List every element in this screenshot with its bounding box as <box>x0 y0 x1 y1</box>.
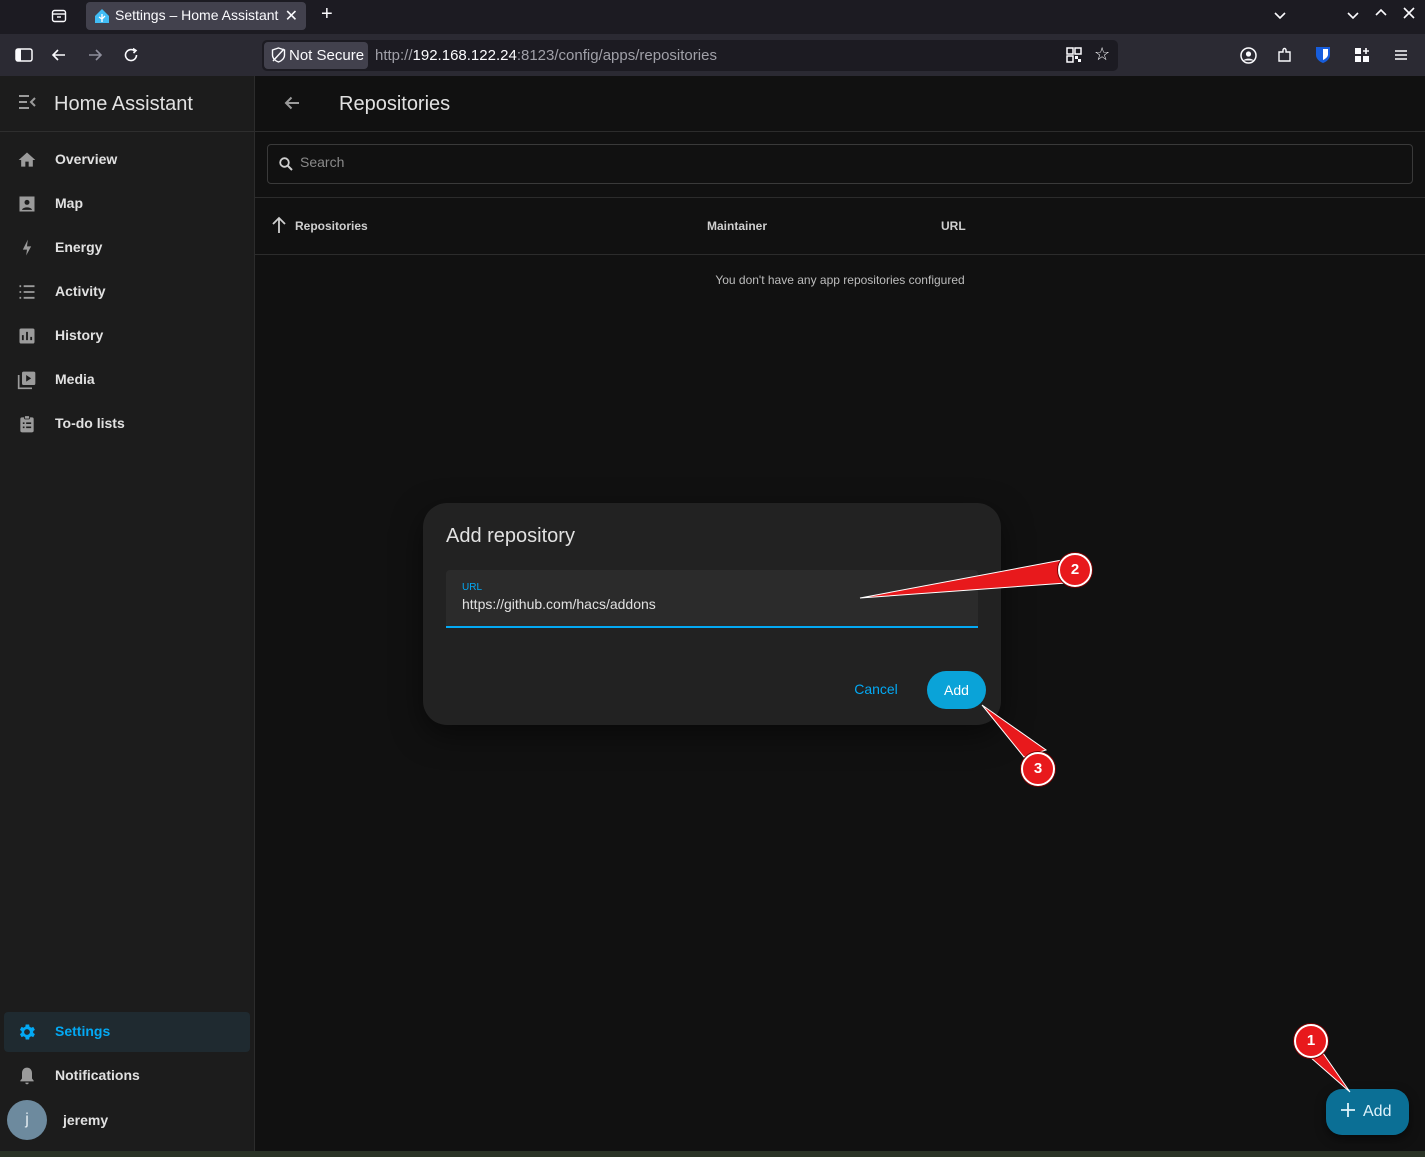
plus-icon <box>1340 1102 1356 1123</box>
add-repository-dialog: Add repository URL Cancel Add <box>423 503 1001 725</box>
hamburger-menu-icon[interactable] <box>1393 47 1409 67</box>
url-field[interactable]: URL <box>446 570 978 628</box>
tab-title: Settings – Home Assistant <box>115 7 279 23</box>
sidebar-item-media[interactable]: Media <box>4 360 250 400</box>
empty-table-message: You don't have any app repositories conf… <box>715 273 965 287</box>
shield-slash-icon <box>271 47 286 68</box>
list-icon <box>17 282 37 302</box>
sidebar-item-label: Settings <box>55 1023 111 1039</box>
sidebar-item-map[interactable]: Map <box>4 184 250 224</box>
add-button[interactable]: Add <box>927 671 986 709</box>
avatar[interactable]: j <box>7 1100 47 1140</box>
user-name[interactable]: jeremy <box>63 1112 108 1128</box>
new-tab-icon[interactable]: + <box>321 4 333 24</box>
tab-list-chevron-icon[interactable] <box>1272 7 1288 27</box>
apps-grid-icon[interactable] <box>1354 47 1370 67</box>
window-close-icon[interactable] <box>1401 5 1417 25</box>
page-title: Repositories <box>339 93 451 115</box>
sidebar-item-to-do-lists[interactable]: To-do lists <box>4 404 250 444</box>
sort-ascending-icon[interactable] <box>271 216 287 239</box>
fab-label: Add <box>1363 1103 1392 1120</box>
url-scheme: http:// <box>375 47 413 64</box>
sidebar-item-energy[interactable]: Energy <box>4 228 250 268</box>
search-icon <box>279 157 293 176</box>
chart-box-icon <box>17 326 37 346</box>
add-repository-fab[interactable]: Add <box>1326 1089 1409 1135</box>
home-icon <box>17 150 37 170</box>
sidebar-divider <box>0 131 254 132</box>
home-assistant-favicon-icon <box>94 8 110 29</box>
search-input[interactable] <box>298 153 1382 171</box>
tab-close-icon[interactable]: ✕ <box>285 6 298 26</box>
menu-collapse-icon[interactable] <box>18 95 36 114</box>
table-header: Repositories Maintainer URL <box>255 197 1425 255</box>
sidebar-item-history[interactable]: History <box>4 316 250 356</box>
url-text[interactable]: http://192.168.122.24:8123/config/apps/r… <box>375 47 717 64</box>
sidebar-item-label: History <box>55 327 104 343</box>
sidebar-item-label: Media <box>55 371 95 387</box>
back-icon[interactable] <box>51 47 67 67</box>
url-path: :8123/config/apps/repositories <box>516 47 717 64</box>
sidebar: Home Assistant Overview Map Energy Activ… <box>0 76 255 1157</box>
gear-icon <box>17 1022 37 1042</box>
sidebar-item-label: Energy <box>55 239 103 255</box>
url-field-label: URL <box>462 582 483 593</box>
column-header-maintainer[interactable]: Maintainer <box>707 219 767 233</box>
column-header-url[interactable]: URL <box>941 219 966 233</box>
play-box-icon <box>17 370 37 390</box>
bookmark-star-icon[interactable]: ☆ <box>1094 45 1110 63</box>
security-indicator[interactable]: Not Secure <box>264 42 368 69</box>
bell-icon <box>17 1066 37 1086</box>
reload-icon[interactable] <box>123 47 139 67</box>
window-minimize-icon[interactable] <box>1345 7 1361 27</box>
qr-code-icon[interactable] <box>1066 47 1082 67</box>
app-title: Home Assistant <box>54 93 193 115</box>
sidebar-item-label: Overview <box>55 151 118 167</box>
sidebar-item-overview[interactable]: Overview <box>4 140 250 180</box>
tab-overview-icon[interactable] <box>51 8 67 28</box>
account-icon[interactable] <box>1240 47 1257 68</box>
column-header-repositories[interactable]: Repositories <box>295 219 368 233</box>
browser-tab-bar: Settings – Home Assistant ✕ + <box>0 0 1425 34</box>
back-arrow-icon[interactable] <box>283 94 301 117</box>
forward-icon[interactable] <box>87 47 103 67</box>
bitwarden-icon[interactable] <box>1315 46 1331 68</box>
extensions-icon[interactable] <box>1277 47 1293 67</box>
dialog-title: Add repository <box>446 525 575 547</box>
sidebar-toggle-icon[interactable] <box>15 47 33 67</box>
browser-tab-active[interactable]: Settings – Home Assistant ✕ <box>86 2 306 30</box>
window-maximize-icon[interactable] <box>1373 5 1389 25</box>
annotation-badge-2: 2 <box>1058 553 1092 587</box>
search-field[interactable] <box>267 144 1413 184</box>
page-header: Repositories <box>255 76 1425 132</box>
cancel-button[interactable]: Cancel <box>841 671 911 707</box>
sidebar-item-notifications[interactable]: Notifications <box>4 1056 250 1096</box>
desktop-background-strip <box>0 1151 1425 1157</box>
annotation-badge-1: 1 <box>1294 1024 1328 1058</box>
annotation-badge-3: 3 <box>1021 752 1055 786</box>
lightning-icon <box>17 238 37 258</box>
map-icon <box>17 194 37 214</box>
clipboard-list-icon <box>17 414 37 434</box>
sidebar-item-label: Activity <box>55 283 106 299</box>
sidebar-item-settings[interactable]: Settings <box>4 1012 250 1052</box>
not-secure-label: Not Secure <box>289 47 365 64</box>
url-input[interactable] <box>462 596 962 612</box>
sidebar-item-activity[interactable]: Activity <box>4 272 250 312</box>
sidebar-item-label: Map <box>55 195 83 211</box>
sidebar-item-label: To-do lists <box>55 415 125 431</box>
url-host: 192.168.122.24 <box>412 47 517 64</box>
sidebar-item-label: Notifications <box>55 1067 140 1083</box>
